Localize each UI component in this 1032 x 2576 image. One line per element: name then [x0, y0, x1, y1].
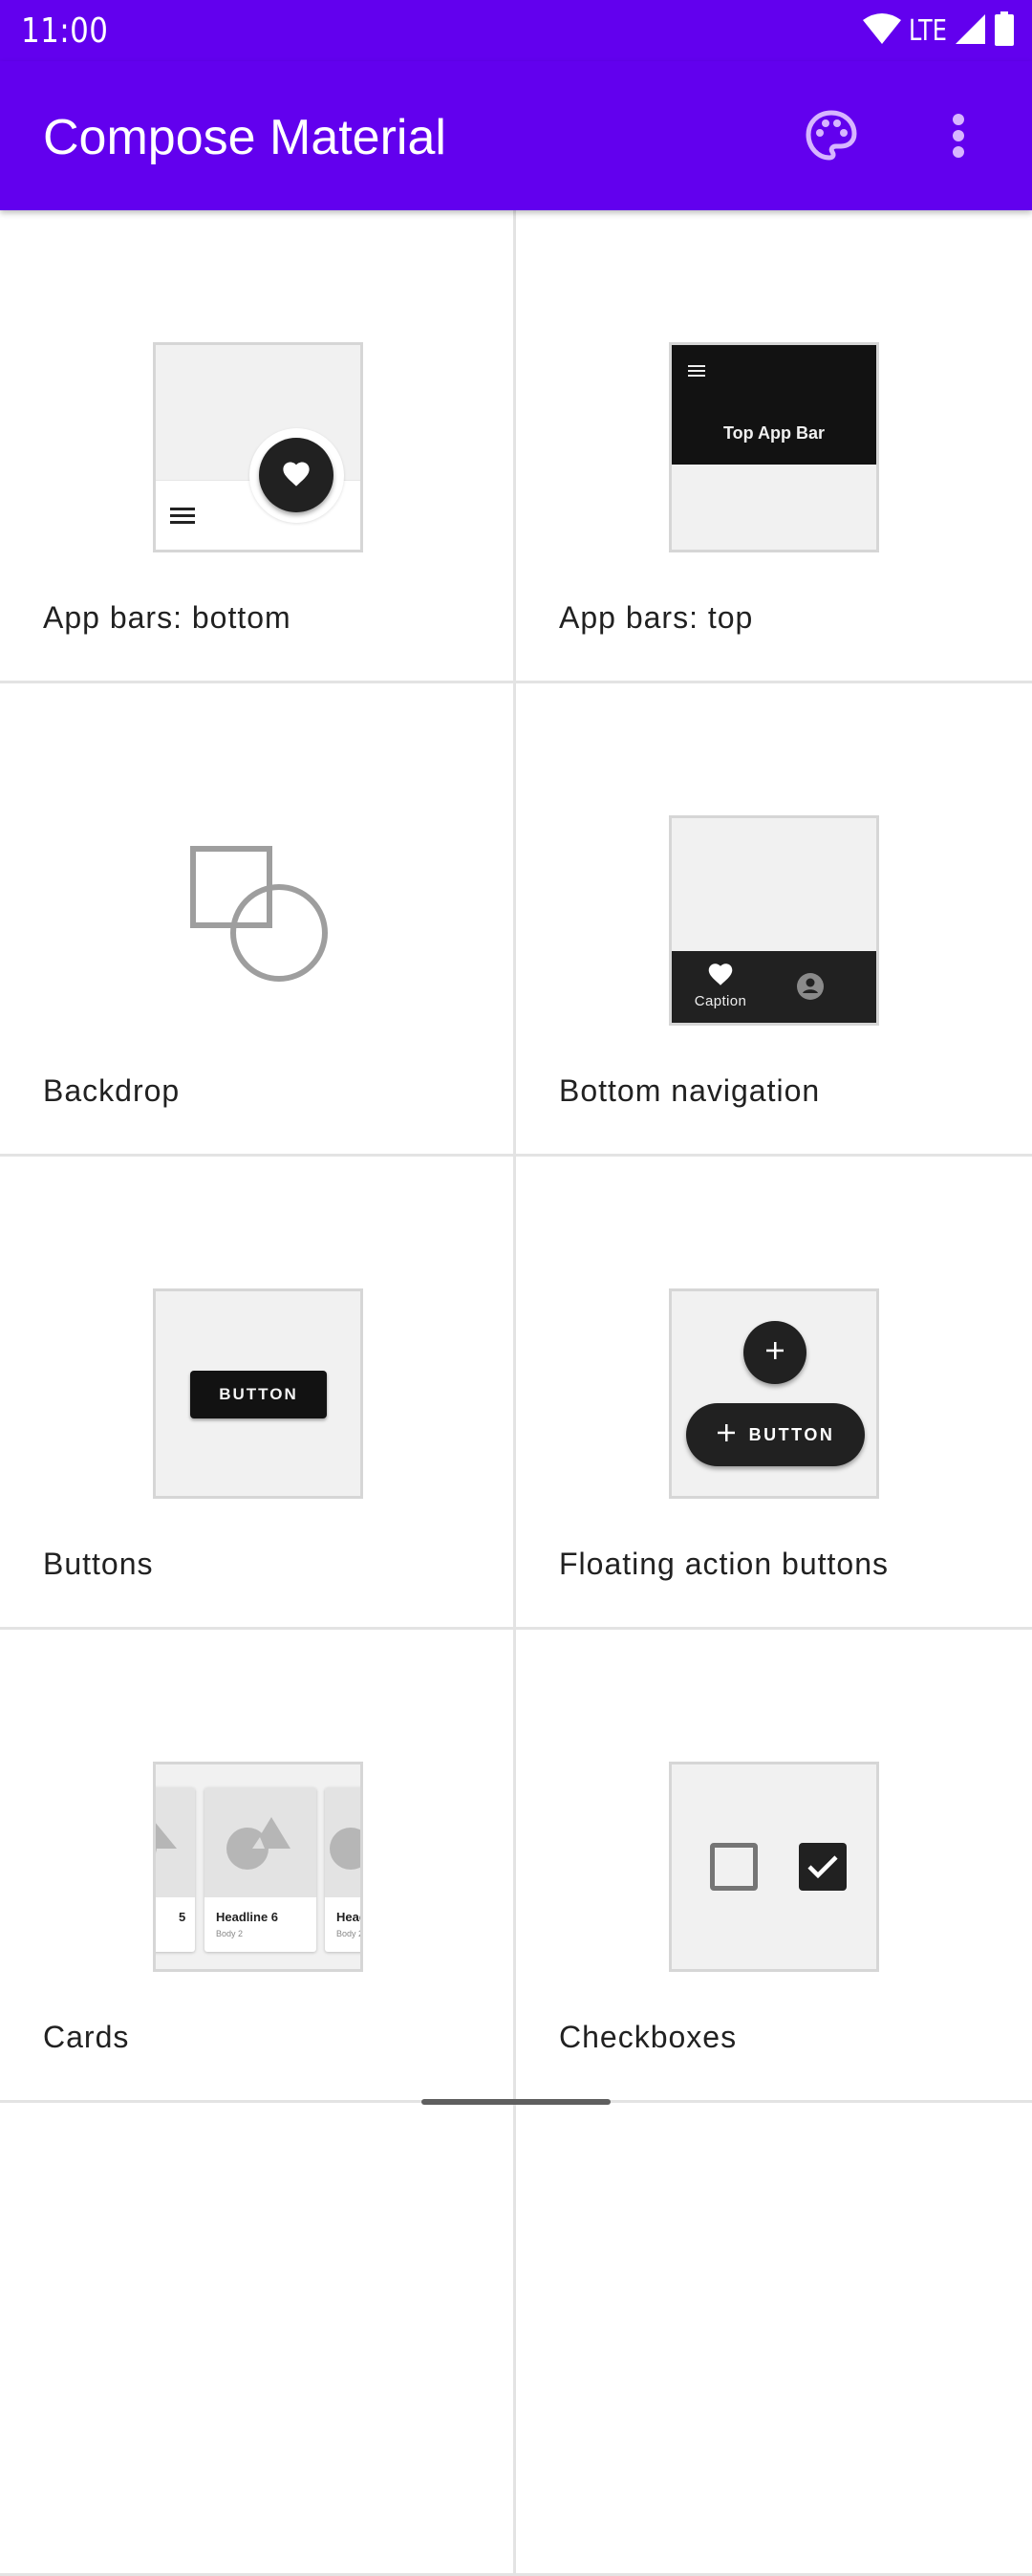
status-bar: 11:00 LTE [0, 0, 1032, 61]
preview-fab [743, 1321, 806, 1384]
component-label: Checkboxes [559, 2020, 738, 2054]
card-body: Body 2 [336, 1929, 363, 1938]
menu-icon [170, 506, 195, 530]
component-item-partial[interactable] [0, 2103, 516, 2576]
bottom-navigation-preview: Caption [669, 815, 879, 1026]
component-item-app-bars-bottom[interactable]: App bars: bottom [0, 210, 516, 683]
signal-icon [954, 12, 986, 50]
card-headline: Headline 6 [216, 1910, 279, 1924]
preview-title: Top App Bar [723, 423, 825, 443]
component-label: Backdrop [43, 1073, 181, 1108]
component-item-floating-action-buttons[interactable]: BUTTON Floating action buttons [516, 1157, 1032, 1630]
menu-icon [688, 364, 705, 382]
component-grid: App bars: bottom Top App Bar App bars: t… [0, 210, 1032, 2576]
preview-nav-item-favorite: Caption [687, 961, 754, 1009]
preview-card: Head Body 2 [325, 1787, 363, 1952]
backdrop-shapes-icon [186, 843, 330, 991]
card-media [156, 1787, 195, 1897]
preview-top-bar: Top App Bar [672, 345, 876, 465]
card-media [204, 1787, 316, 1897]
checkboxes-preview [669, 1762, 879, 1972]
component-label: Bottom navigation [559, 1073, 821, 1108]
component-item-bottom-navigation[interactable]: Caption Bottom navigation [516, 683, 1032, 1157]
preview-fab [259, 438, 333, 512]
preview-extended-fab-label: BUTTON [748, 1424, 835, 1444]
account-circle-icon [796, 972, 825, 1006]
preview-card: 5 [156, 1787, 195, 1952]
card-body: Body 2 [216, 1929, 244, 1938]
theme-button[interactable] [801, 107, 862, 168]
fab-preview: BUTTON [669, 1288, 879, 1499]
component-item-app-bars-top[interactable]: Top App Bar App bars: top [516, 210, 1032, 683]
add-icon [717, 1423, 736, 1447]
status-icons: LTE [862, 11, 1015, 51]
app-title: Compose Material [43, 110, 446, 165]
component-label: Floating action buttons [559, 1547, 889, 1581]
component-item-checkboxes[interactable]: Checkboxes [516, 1630, 1032, 2103]
preview-bottom-nav: Caption [672, 951, 876, 1023]
top-app-bar-preview: Top App Bar [669, 342, 879, 552]
more-options-button[interactable] [928, 107, 989, 168]
add-icon [764, 1340, 785, 1366]
status-time: 11:00 [21, 11, 109, 51]
battery-icon [994, 11, 1015, 51]
bottom-app-bar-preview [153, 342, 363, 552]
cards-preview: 5 Headline 6 Body 2 Hea Body 2 [153, 1762, 363, 1972]
checkbox-unchecked-icon [710, 1843, 758, 1891]
top-app-bar: Compose Material [0, 61, 1032, 210]
checkbox-checked-icon [799, 1843, 847, 1891]
component-label: App bars: bottom [43, 600, 291, 635]
component-item-cards[interactable]: 5 Headline 6 Body 2 Hea Body 2 Cards [0, 1630, 516, 2103]
preview-card: Headline 6 Body 2 [204, 1787, 316, 1952]
card-headline: 5 [179, 1910, 186, 1924]
card-headline: Head [336, 1910, 360, 1924]
wifi-icon [862, 12, 902, 50]
component-label: Buttons [43, 1547, 154, 1581]
home-indicator[interactable] [421, 2099, 611, 2105]
button-preview: BUTTON [153, 1288, 363, 1499]
component-item-backdrop[interactable]: Backdrop [0, 683, 516, 1157]
card-media [325, 1787, 360, 1897]
component-item-partial[interactable] [516, 2103, 1032, 2576]
heart-icon [706, 963, 735, 990]
lte-label: LTE [909, 13, 948, 48]
component-label: Cards [43, 2020, 130, 2054]
component-item-buttons[interactable]: BUTTON Buttons [0, 1157, 516, 1630]
preview-button: BUTTON [190, 1371, 327, 1418]
palette-icon [804, 108, 859, 168]
component-label: App bars: top [559, 600, 754, 635]
more-vert-icon [952, 112, 965, 164]
heart-icon [280, 459, 312, 492]
preview-extended-fab: BUTTON [686, 1403, 865, 1466]
preview-nav-caption: Caption [694, 993, 747, 1009]
